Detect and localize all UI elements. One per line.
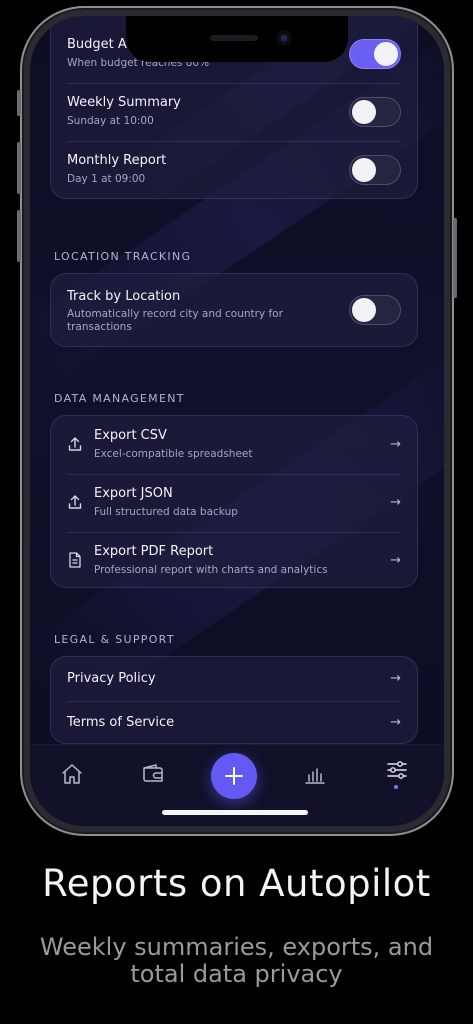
export-pdf-row[interactable]: Export PDF Report Professional report wi… xyxy=(51,532,417,587)
location-card: Track by Location Automatically record c… xyxy=(50,273,418,347)
export-icon xyxy=(68,437,82,451)
setting-subtitle: transactions xyxy=(67,321,132,333)
weekly-summary-toggle[interactable] xyxy=(349,97,401,127)
data-management-card: Export CSV Excel-compatible spreadsheet … xyxy=(50,415,418,588)
wallet-icon[interactable] xyxy=(138,759,168,789)
row-subtitle: Excel-compatible spreadsheet xyxy=(94,448,253,460)
row-subtitle: Full structured data backup xyxy=(94,506,238,518)
setting-subtitle: Sunday at 10:00 xyxy=(67,115,154,127)
row-subtitle: Professional report with charts and anal… xyxy=(94,564,328,576)
toggle-knob xyxy=(352,298,376,322)
setting-row-weekly-summary[interactable]: Weekly Summary Sunday at 10:00 xyxy=(51,83,417,141)
arrow-right-icon: → xyxy=(390,671,401,686)
row-title: Privacy Policy xyxy=(67,671,156,686)
side-button xyxy=(17,90,21,116)
track-location-toggle[interactable] xyxy=(349,295,401,325)
setting-row-monthly-report[interactable]: Monthly Report Day 1 at 09:00 xyxy=(51,141,417,198)
home-indicator xyxy=(162,810,308,815)
phone-frame: Budget Alerts When budget reaches 80% We… xyxy=(17,6,457,836)
setting-title: Track by Location xyxy=(67,289,181,304)
chart-icon[interactable] xyxy=(300,759,330,789)
side-button xyxy=(17,210,21,262)
row-title: Export JSON xyxy=(94,486,173,501)
row-title: Terms of Service xyxy=(67,715,175,730)
setting-row-track-location[interactable]: Track by Location Automatically record c… xyxy=(51,274,417,346)
toggle-knob xyxy=(352,158,376,182)
row-title: Export PDF Report xyxy=(94,544,214,559)
privacy-policy-row[interactable]: Privacy Policy → xyxy=(51,657,417,701)
budget-alerts-toggle[interactable] xyxy=(349,39,401,69)
legal-card: Privacy Policy → Terms of Service → xyxy=(50,656,418,744)
promo-headline: Reports on Autopilot xyxy=(42,862,431,905)
arrow-right-icon: → xyxy=(390,495,401,510)
section-heading: LOCATION TRACKING xyxy=(54,250,192,263)
setting-title: Monthly Report xyxy=(67,153,167,168)
home-icon[interactable] xyxy=(57,759,87,789)
toggle-knob xyxy=(374,42,398,66)
notch xyxy=(126,16,348,62)
section-heading: DATA MANAGEMENT xyxy=(54,392,185,405)
section-heading: LEGAL & SUPPORT xyxy=(54,633,175,646)
export-icon xyxy=(68,495,82,509)
add-icon xyxy=(225,767,243,785)
toggle-knob xyxy=(352,100,376,124)
setting-subtitle: Automatically record city and country fo… xyxy=(67,308,283,320)
active-tab-indicator xyxy=(394,785,398,789)
side-button xyxy=(453,218,457,298)
promo-subline-2: total data privacy xyxy=(130,960,343,988)
arrow-right-icon: → xyxy=(390,715,401,730)
promo-subline: Weekly summaries, exports, and total dat… xyxy=(20,934,453,988)
setting-subtitle: Day 1 at 09:00 xyxy=(67,173,146,185)
speaker-grille xyxy=(210,35,258,41)
arrow-right-icon: → xyxy=(390,553,401,568)
export-csv-row[interactable]: Export CSV Excel-compatible spreadsheet … xyxy=(51,416,417,474)
setting-title: Weekly Summary xyxy=(67,95,181,110)
row-title: Export CSV xyxy=(94,428,167,443)
arrow-right-icon: → xyxy=(390,437,401,452)
terms-of-service-row[interactable]: Terms of Service → xyxy=(51,701,417,743)
app-screen: Budget Alerts When budget reaches 80% We… xyxy=(30,16,444,826)
export-json-row[interactable]: Export JSON Full structured data backup … xyxy=(51,474,417,532)
side-button xyxy=(17,142,21,194)
add-transaction-button[interactable] xyxy=(211,753,257,799)
document-icon xyxy=(69,552,81,568)
settings-icon[interactable] xyxy=(382,755,412,785)
front-camera xyxy=(276,30,292,46)
promo-subline-1: Weekly summaries, exports, and xyxy=(39,933,434,961)
monthly-report-toggle[interactable] xyxy=(349,155,401,185)
